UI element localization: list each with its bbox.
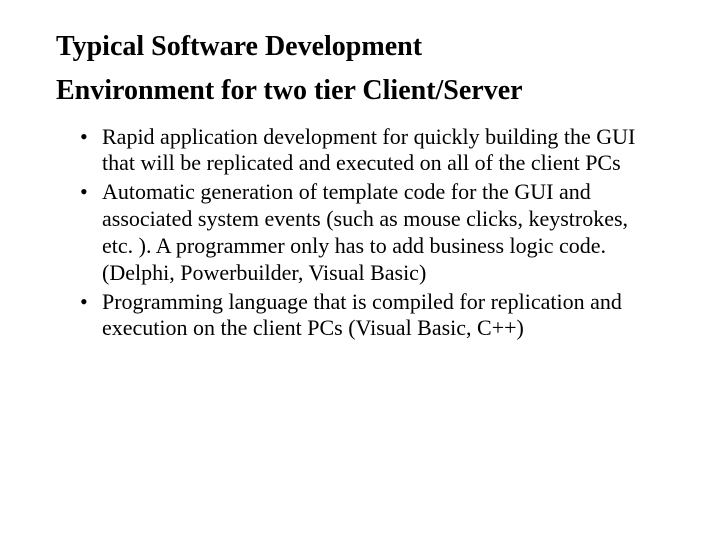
list-item: Rapid application development for quickl… [80, 124, 664, 178]
list-item: Automatic generation of template code fo… [80, 179, 664, 286]
bullet-list: Rapid application development for quickl… [56, 124, 664, 343]
heading-line-1: Typical Software Development [56, 28, 664, 66]
list-item: Programming language that is compiled fo… [80, 289, 664, 343]
heading-line-2: Environment for two tier Client/Server [56, 72, 664, 110]
